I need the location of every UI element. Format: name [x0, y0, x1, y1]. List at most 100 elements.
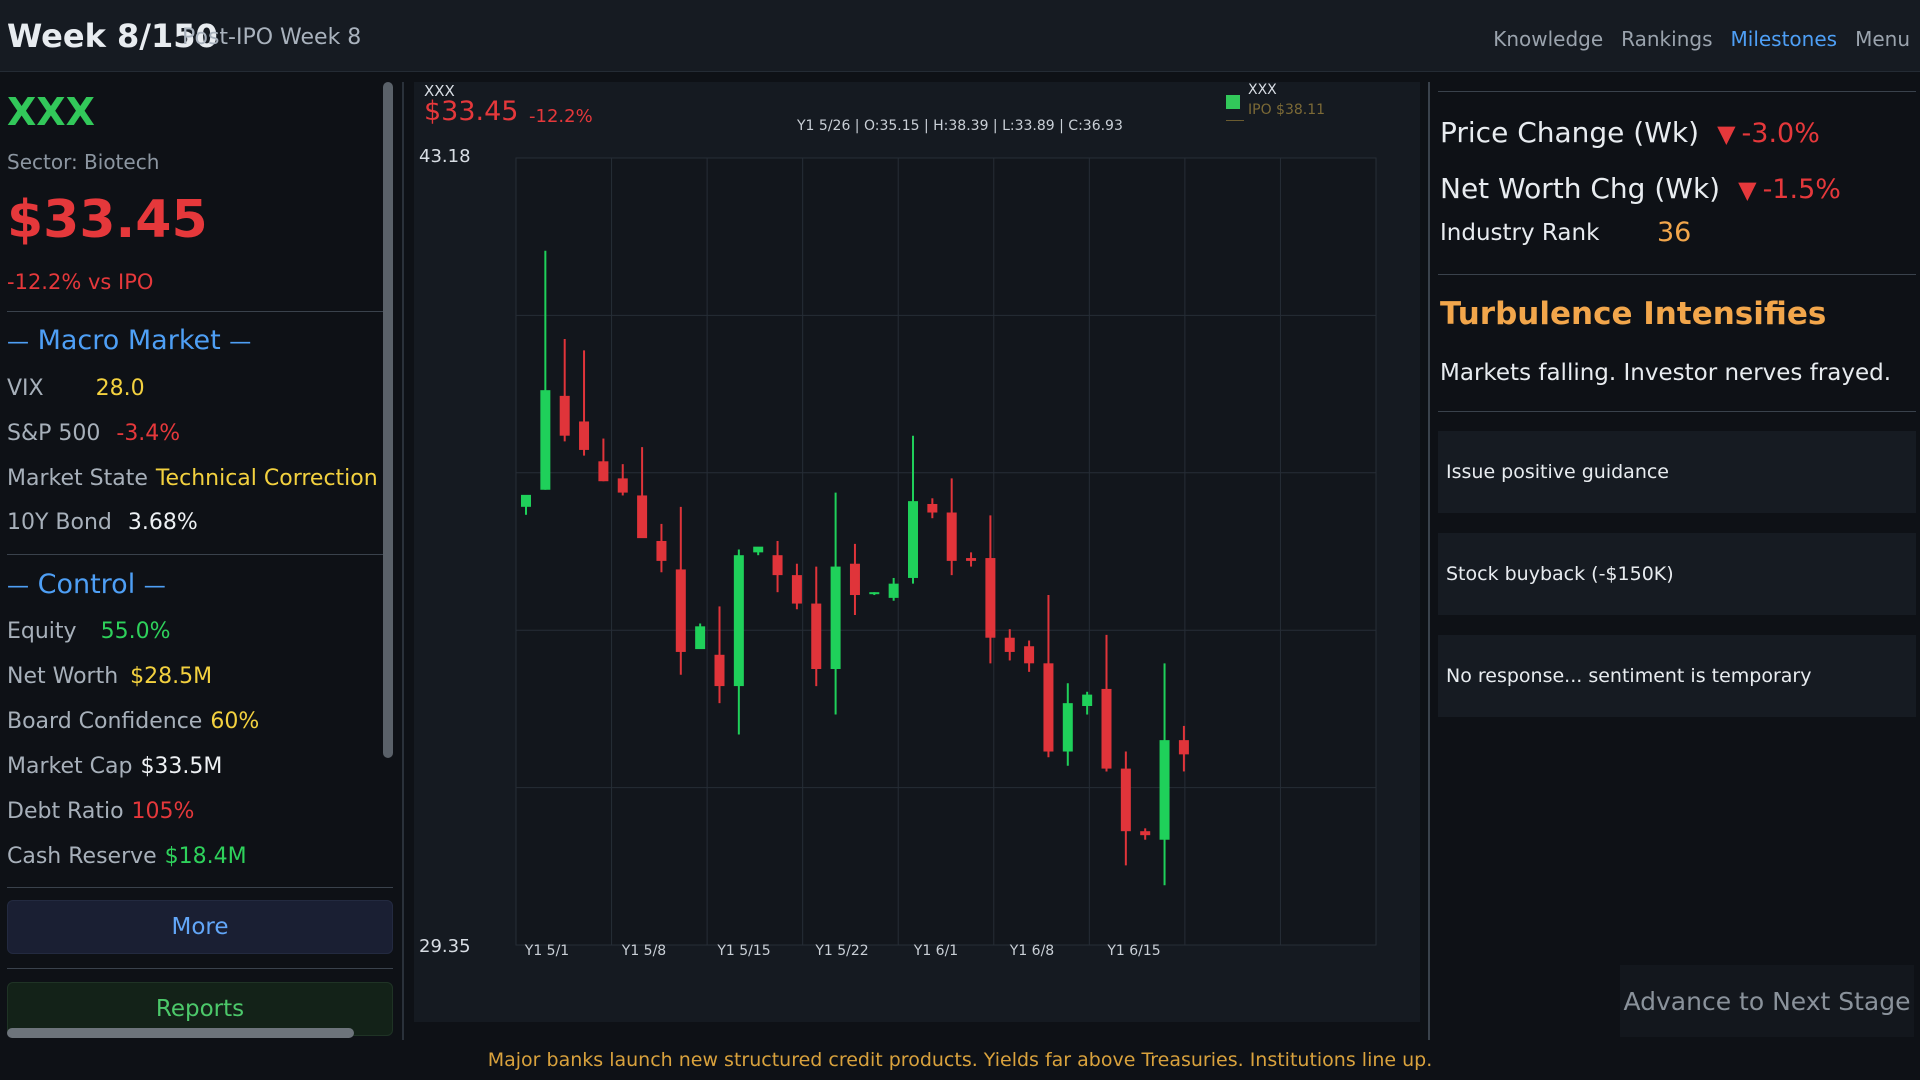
vs-ipo-change: -12.2% vs IPO [7, 270, 154, 294]
stage-subtitle: Post-IPO Week 8 [182, 25, 362, 50]
top-bar: Week 8/150 Post-IPO Week 8 Knowledge Ran… [0, 0, 1920, 72]
x-tick-label: Y1 6/8 [1009, 943, 1054, 959]
company-sector: Sector: Biotech [7, 150, 160, 174]
candle-body [753, 546, 764, 553]
left-panel: XXX Sector: Biotech $33.45 -12.2% vs IPO… [0, 72, 400, 1040]
candle-body [869, 592, 880, 595]
candle-body [849, 563, 860, 596]
nav-menu[interactable]: Menu [1855, 27, 1910, 51]
candle-body [1004, 637, 1015, 652]
industry-rank-value: 36 [1657, 217, 1692, 248]
control-row-equity: Equity 55.0% [7, 618, 171, 644]
control-row-net-worth: Net Worth $28.5M [7, 663, 213, 689]
nav-knowledge[interactable]: Knowledge [1493, 27, 1603, 51]
candle-body [540, 390, 551, 490]
candle-body [1140, 831, 1151, 836]
candle-body [791, 575, 802, 604]
divider [1438, 274, 1916, 275]
macro-market-heading: — Macro Market — [7, 325, 252, 356]
nav-milestones[interactable]: Milestones [1731, 27, 1838, 51]
candle-body [1101, 688, 1112, 769]
price-change-row: Price Change (Wk) ▼ -3.0% [1440, 116, 1820, 149]
net-worth-change-row: Net Worth Chg (Wk) ▼ -1.5% [1440, 172, 1841, 205]
candle-body [927, 503, 938, 513]
candle-body [559, 395, 570, 436]
candle-body [695, 626, 706, 650]
candle-body [714, 654, 725, 687]
x-tick-label: Y1 5/8 [621, 943, 666, 959]
candle-body [985, 558, 996, 638]
candle-body [656, 540, 667, 561]
control-row-market-cap: Market Cap $33.5M [7, 753, 223, 779]
legend-ipo: IPO $38.11 [1248, 102, 1326, 118]
candlestick-chart-svg: Y1 5/1 Y1 5/8 Y1 5/15 Y1 5/22 Y1 6/1 Y1 6/8 Y1… [515, 157, 1377, 959]
advance-next-stage-button[interactable]: Advance to Next Stage [1620, 965, 1914, 1037]
candle-body [1062, 703, 1073, 752]
candle-body [617, 478, 628, 493]
top-nav: Knowledge Rankings Milestones Menu [1493, 27, 1910, 51]
chart-price: $33.45 [424, 96, 519, 127]
company-ticker: XXX [7, 90, 95, 134]
stock-price: $33.45 [7, 190, 208, 250]
ohlc-readout: Y1 5/26 | O:35.15 | H:38.39 | L:33.89 | … [797, 118, 1123, 134]
candle-body [521, 494, 531, 507]
candle-body [637, 495, 648, 539]
panel-divider [402, 82, 404, 1042]
candle-body [772, 555, 783, 576]
candle-body [966, 558, 977, 561]
chart-change: -12.2% [529, 106, 593, 127]
candle-body [1024, 646, 1035, 664]
down-arrow-icon: ▼ [1738, 176, 1757, 204]
plot-area [515, 157, 1377, 946]
candle-body [908, 501, 918, 578]
y-axis-min-label: 29.35 [419, 936, 471, 957]
x-tick-label: Y1 6/1 [913, 943, 958, 959]
divider [1438, 91, 1916, 92]
candle-body [1120, 768, 1131, 832]
candle-body [830, 566, 841, 670]
control-row-cash-reserve: Cash Reserve $18.4M [7, 843, 247, 869]
candle-body [1159, 740, 1170, 840]
macro-row-10y-bond: 10Y Bond 3.68% [7, 509, 198, 535]
right-panel: Price Change (Wk) ▼ -3.0% Net Worth Chg (W… [1438, 72, 1920, 1040]
control-row-board-confidence: Board Confidence 60% [7, 708, 260, 734]
divider [7, 887, 393, 888]
candle-body [811, 603, 822, 670]
option-stock-buyback[interactable]: Stock buyback (-$150K) [1438, 533, 1916, 615]
macro-row-vix: VIX 28.0 [7, 375, 145, 401]
y-axis-max-label: 43.18 [419, 146, 471, 167]
panel-divider [1428, 82, 1430, 1042]
candle-body [579, 421, 590, 450]
divider [7, 554, 393, 555]
legend-ipo-line-icon [1226, 120, 1244, 121]
option-no-response[interactable]: No response... sentiment is temporary [1438, 635, 1916, 717]
x-tick-label: Y1 6/15 [1106, 943, 1160, 959]
legend-swatch-icon [1226, 95, 1240, 109]
x-tick-label: Y1 5/1 [524, 943, 569, 959]
option-positive-guidance[interactable]: Issue positive guidance [1438, 431, 1916, 513]
legend-series: XXX [1248, 82, 1277, 98]
x-tick-label: Y1 5/15 [716, 943, 770, 959]
macro-row-sp500: S&P 500 -3.4% [7, 420, 181, 446]
event-title: Turbulence Intensifies [1440, 296, 1827, 332]
candle-body [733, 555, 744, 687]
vertical-scrollbar[interactable] [383, 82, 393, 758]
x-tick-label: Y1 5/22 [814, 943, 868, 959]
news-ticker: Major banks launch new structured credit… [0, 1040, 1920, 1080]
event-description: Markets falling. Investor nerves frayed. [1440, 360, 1892, 386]
candle-body [598, 461, 609, 482]
control-heading: — Control — [7, 569, 166, 600]
candle-body [946, 512, 957, 561]
more-button[interactable]: More [7, 900, 393, 954]
candle-body [675, 569, 686, 652]
divider [7, 311, 393, 312]
industry-rank-label: Industry Rank [1440, 220, 1600, 246]
candle-body [1082, 694, 1093, 706]
candle-body [1178, 740, 1189, 755]
nav-rankings[interactable]: Rankings [1621, 27, 1712, 51]
candle-body [888, 583, 899, 598]
macro-row-market-state: Market State Technical Correction [7, 465, 378, 491]
price-chart[interactable]: Y1 5/1 Y1 5/8 Y1 5/15 Y1 5/22 Y1 6/1 Y1 6/8 Y1… [414, 82, 1420, 1022]
candle-body [1043, 663, 1054, 752]
horizontal-scrollbar[interactable] [7, 1028, 354, 1038]
